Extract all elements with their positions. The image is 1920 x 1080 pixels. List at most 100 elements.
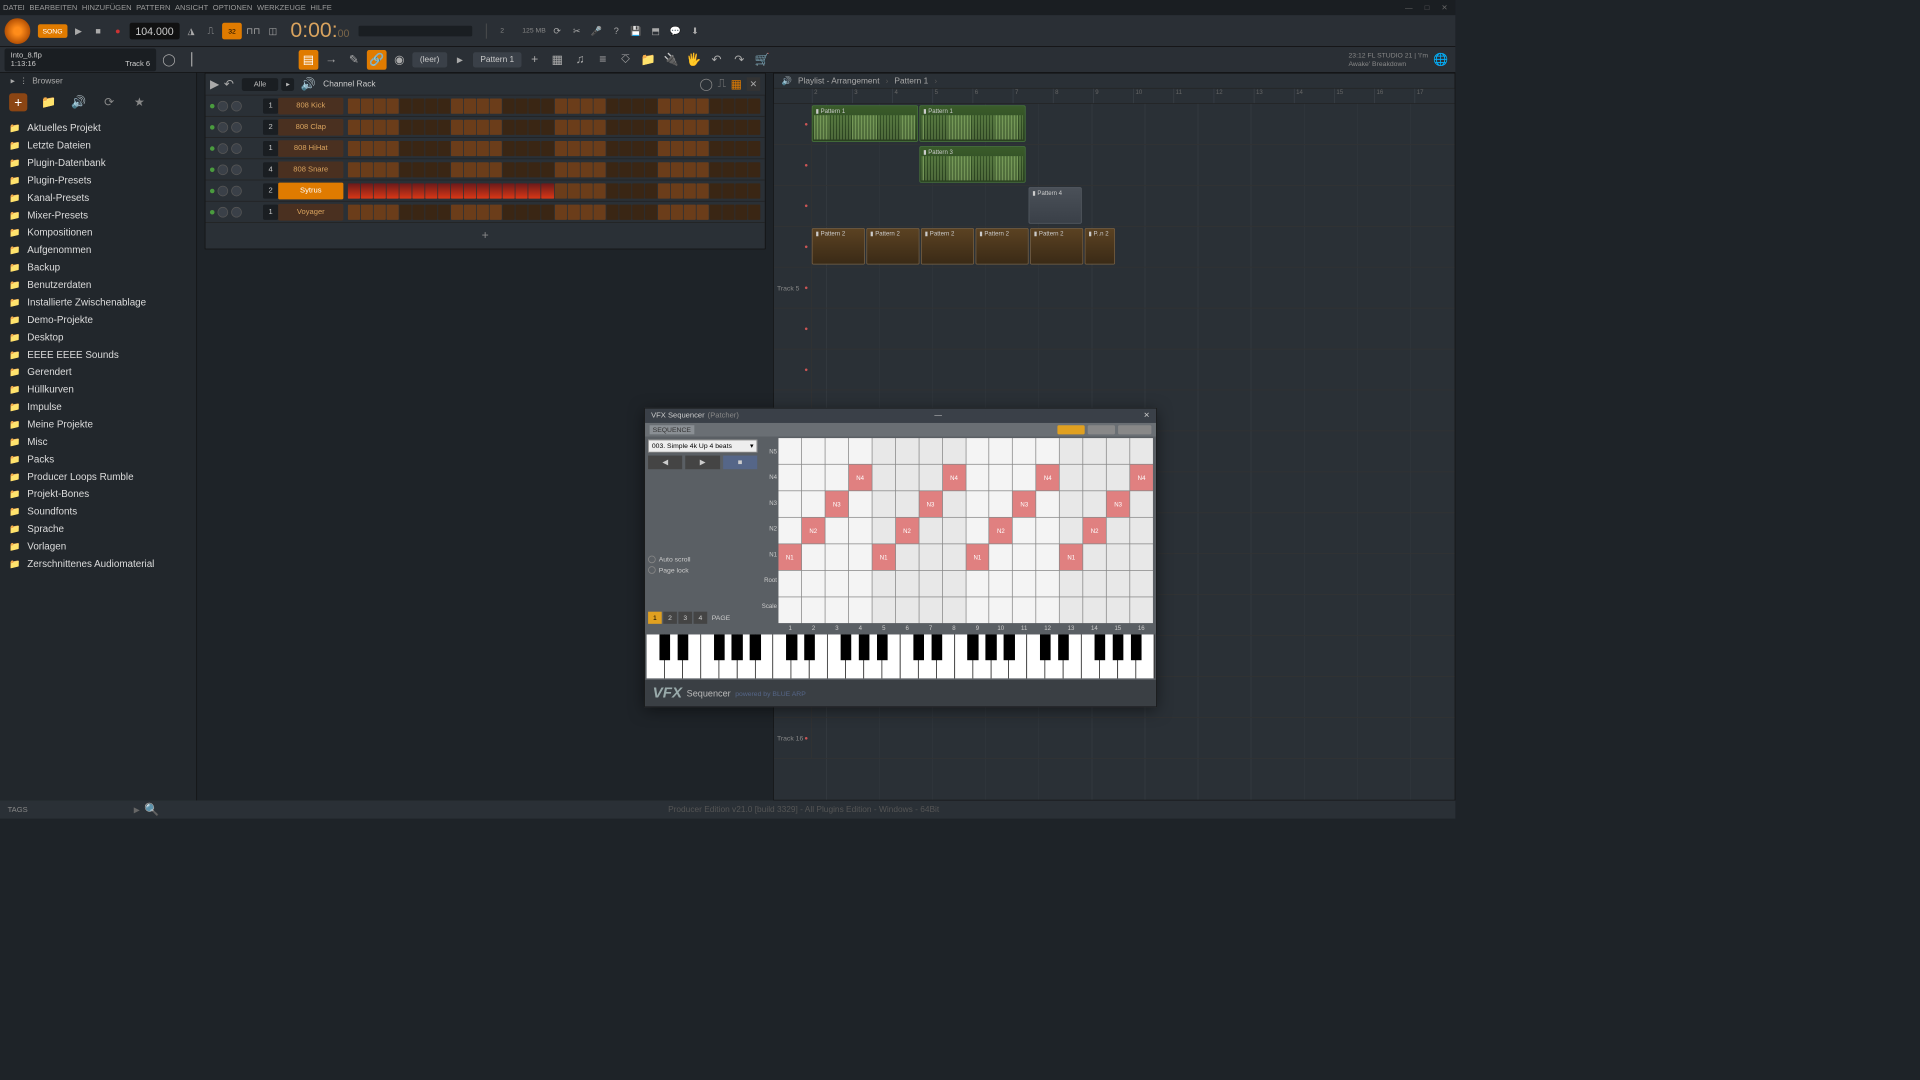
playlist-clip[interactable]: ▮ Pattern 3 xyxy=(919,146,1025,182)
step-cell[interactable] xyxy=(516,162,528,177)
link-icon[interactable]: 🔗 xyxy=(367,50,387,70)
channel-vol-knob[interactable] xyxy=(231,100,242,111)
step-cell[interactable] xyxy=(387,141,399,156)
vfx-cell[interactable] xyxy=(896,465,919,491)
redo-icon[interactable]: ↷ xyxy=(729,50,749,70)
chanrack-filter-dropdown[interactable]: Alle xyxy=(242,78,279,91)
vfx-cell[interactable] xyxy=(966,518,989,544)
step-cell[interactable] xyxy=(671,162,683,177)
vfx-cell[interactable] xyxy=(849,518,872,544)
vfx-cell[interactable] xyxy=(1036,491,1059,517)
vfx-cell[interactable] xyxy=(825,597,848,623)
step-cell[interactable] xyxy=(361,162,373,177)
piano-black-key[interactable] xyxy=(859,634,870,659)
step-cell[interactable] xyxy=(490,141,502,156)
playlist-clip[interactable]: ▮ Pattern 1 xyxy=(812,105,918,141)
step-cell[interactable] xyxy=(529,183,541,198)
vfx-cell[interactable] xyxy=(919,518,942,544)
tree-item-0[interactable]: 📁Aktuelles Projekt xyxy=(0,119,196,136)
vfx-cell[interactable]: N4 xyxy=(1130,465,1153,491)
step-cell[interactable] xyxy=(425,204,437,219)
channel-led[interactable] xyxy=(210,188,215,193)
vfx-cell[interactable] xyxy=(919,571,942,597)
tree-item-21[interactable]: 📁Projekt-Bones xyxy=(0,485,196,502)
step-cell[interactable] xyxy=(645,98,657,113)
step-cell[interactable] xyxy=(400,162,412,177)
step-cell[interactable] xyxy=(503,98,515,113)
step-cell[interactable] xyxy=(658,204,670,219)
vfx-cell[interactable] xyxy=(919,438,942,464)
vfx-cell[interactable]: N4 xyxy=(943,465,966,491)
step-cell[interactable] xyxy=(412,204,424,219)
search-icon[interactable]: 🔍 xyxy=(144,802,159,817)
vfx-cell[interactable] xyxy=(1013,438,1036,464)
metronome-icon[interactable]: ◮ xyxy=(183,22,200,39)
playlist-clip[interactable]: ▮ Pattern 2 xyxy=(866,228,919,264)
step-cell[interactable] xyxy=(671,141,683,156)
step-cell[interactable] xyxy=(438,204,450,219)
step-cell[interactable] xyxy=(542,119,554,134)
piano-black-key[interactable] xyxy=(732,634,743,659)
pl-breadcrumb-1[interactable]: Playlist - Arrangement xyxy=(798,76,880,85)
step-cell[interactable] xyxy=(412,98,424,113)
tag-expand-icon[interactable]: ▸ xyxy=(134,802,140,817)
plugin-icon[interactable]: 🔌 xyxy=(661,50,681,70)
menu-ansicht[interactable]: ANSICHT xyxy=(175,3,208,11)
menu-pattern[interactable]: PATTERN xyxy=(136,3,170,11)
vfx-cell[interactable] xyxy=(825,465,848,491)
win-max-icon[interactable]: □ xyxy=(1425,3,1430,11)
vfx-cell[interactable]: N1 xyxy=(872,544,895,570)
help-icon[interactable]: ? xyxy=(608,22,625,39)
channel-number[interactable]: 1 xyxy=(263,141,278,156)
step-cell[interactable] xyxy=(348,204,360,219)
channel-number[interactable]: 4 xyxy=(263,162,278,177)
step-cell[interactable] xyxy=(671,119,683,134)
step-cell[interactable] xyxy=(567,98,579,113)
step-cell[interactable] xyxy=(490,183,502,198)
vfx-cell[interactable] xyxy=(1036,438,1059,464)
step-cell[interactable] xyxy=(722,141,734,156)
vfx-cell[interactable] xyxy=(778,597,801,623)
tree-item-15[interactable]: 📁Hüllkurven xyxy=(0,381,196,398)
vfx-cell[interactable] xyxy=(990,544,1013,570)
track-label[interactable]: ● xyxy=(774,309,812,349)
vfx-minimize-button[interactable]: — xyxy=(934,412,942,420)
vfx-cell[interactable] xyxy=(1060,465,1083,491)
vfx-cell[interactable] xyxy=(943,491,966,517)
browser-refresh-icon[interactable]: ⟳ xyxy=(100,93,118,111)
dd-play-icon[interactable]: ▸ xyxy=(450,50,470,70)
step-cell[interactable] xyxy=(477,119,489,134)
vfx-cell[interactable] xyxy=(1107,438,1130,464)
step-cell[interactable] xyxy=(348,98,360,113)
channel-pan-knob[interactable] xyxy=(218,164,229,175)
step-cell[interactable] xyxy=(567,119,579,134)
step-cell[interactable] xyxy=(438,119,450,134)
vfx-next-button[interactable]: ▶ xyxy=(685,456,719,470)
vfx-cell[interactable] xyxy=(802,465,825,491)
browser-audio-icon[interactable]: 🔊 xyxy=(70,93,88,111)
step-cell[interactable] xyxy=(658,162,670,177)
vfx-cell[interactable] xyxy=(1060,438,1083,464)
track-label[interactable]: Track 5● xyxy=(774,268,812,308)
piano-black-key[interactable] xyxy=(1113,634,1124,659)
chanrack-close-button[interactable]: ✕ xyxy=(747,77,761,91)
step-cell[interactable] xyxy=(400,183,412,198)
step-cell[interactable] xyxy=(735,162,747,177)
channel-name-button[interactable]: 808 Kick xyxy=(278,97,343,114)
step-cell[interactable] xyxy=(619,183,631,198)
step-cell[interactable] xyxy=(412,119,424,134)
step-cell[interactable] xyxy=(580,119,592,134)
vfx-cell[interactable] xyxy=(849,571,872,597)
fl-logo-icon[interactable] xyxy=(5,18,31,44)
vfx-cell[interactable] xyxy=(1130,571,1153,597)
channel-number[interactable]: 2 xyxy=(263,183,278,198)
step-cell[interactable] xyxy=(748,183,760,198)
tree-item-9[interactable]: 📁Benutzerdaten xyxy=(0,276,196,293)
vfx-page-4[interactable]: 4 xyxy=(694,612,708,624)
vfx-mode-btn-3[interactable] xyxy=(1118,425,1151,434)
step-cell[interactable] xyxy=(374,183,386,198)
track-label[interactable]: ● xyxy=(774,145,812,185)
vfx-cell[interactable] xyxy=(825,571,848,597)
step-cell[interactable] xyxy=(593,162,605,177)
vfx-piano-keyboard[interactable] xyxy=(647,634,1155,678)
